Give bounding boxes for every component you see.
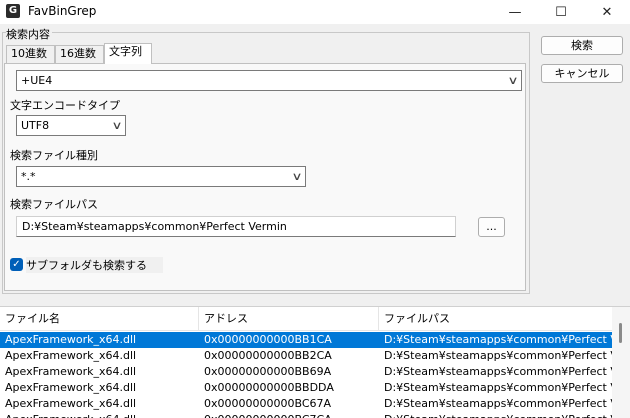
maximize-button[interactable]: ☐ bbox=[538, 0, 584, 24]
table-row[interactable]: ApexFramework_x64.dll0x00000000000BC7CAD… bbox=[0, 412, 612, 418]
search-button[interactable]: 検索 bbox=[541, 36, 623, 55]
chevron-down-icon: ∨ bbox=[111, 119, 123, 132]
search-string-value: +UE4 bbox=[21, 74, 53, 87]
chevron-down-icon: ∨ bbox=[507, 74, 519, 87]
tab-string[interactable]: 文字列 bbox=[104, 43, 152, 64]
results-list[interactable]: ファイル名 アドレス ファイルパス ApexFramework_x64.dll 0… bbox=[0, 306, 630, 418]
cell-file: ApexFramework_x64.dll bbox=[5, 397, 137, 410]
minimize-button[interactable]: — bbox=[492, 0, 538, 24]
encoding-select[interactable]: UTF8 ∨ bbox=[16, 115, 126, 136]
cell-file: ApexFramework_x64.dll bbox=[5, 365, 137, 378]
table-row[interactable]: ApexFramework_x64.dll 0x00000000000BC67A D… bbox=[0, 396, 612, 412]
cell-address: 0x00000000000BB1CA bbox=[204, 333, 332, 346]
maximize-icon: ☐ bbox=[555, 4, 567, 20]
vertical-scrollbar[interactable] bbox=[612, 307, 630, 418]
file-type-value: *.* bbox=[21, 170, 36, 183]
table-row[interactable]: ApexFramework_x64.dll 0x00000000000BB2CA D… bbox=[0, 348, 612, 364]
tab-decimal[interactable]: 10進数 bbox=[6, 45, 55, 63]
cell-address: 0x00000000000BC67A bbox=[204, 397, 332, 410]
cell-path: D:¥Steam¥steamapps¥common¥Perfect Verm bbox=[379, 412, 612, 418]
cell-address: 0x00000000000BB69A bbox=[204, 365, 332, 378]
table-row[interactable]: ApexFramework_x64.dll 0x00000000000BBDDA D… bbox=[0, 380, 612, 396]
column-header-filename[interactable]: ファイル名 bbox=[0, 307, 199, 331]
cell-path: D:¥Steam¥steamapps¥common¥Perfect Verm bbox=[384, 333, 612, 346]
cell-address: 0x00000000000BBDDA bbox=[204, 381, 334, 394]
table-row[interactable]: ApexFramework_x64.dll 0x00000000000BB1CA D… bbox=[0, 332, 612, 348]
chevron-down-icon: ∨ bbox=[291, 170, 303, 183]
encoding-label: 文字エンコードタイプ bbox=[10, 99, 120, 112]
close-icon: ✕ bbox=[601, 4, 613, 20]
file-type-label: 検索ファイル種別 bbox=[10, 149, 98, 162]
cell-path: D:¥Steam¥steamapps¥common¥Perfect Verm bbox=[384, 349, 612, 362]
path-input[interactable]: D:¥Steam¥steamapps¥common¥Perfect Vermin bbox=[16, 216, 456, 237]
app-icon: G bbox=[6, 4, 20, 18]
cell-file: ApexFramework_x64.dll bbox=[5, 381, 137, 394]
encoding-value: UTF8 bbox=[21, 119, 50, 132]
cell-file: ApexFramework_x64.dll bbox=[5, 333, 137, 346]
search-string-combo[interactable]: +UE4 ∨ bbox=[16, 70, 522, 91]
column-header-address[interactable]: アドレス bbox=[199, 307, 379, 331]
cell-path: D:¥Steam¥steamapps¥common¥Perfect Verm bbox=[384, 381, 612, 394]
search-group-label: 検索内容 bbox=[6, 26, 52, 42]
cell-address: 0x00000000000BC7CA bbox=[199, 412, 379, 418]
cell-file: ApexFramework_x64.dll bbox=[5, 349, 137, 362]
scrollbar-thumb[interactable] bbox=[619, 323, 622, 343]
file-type-combo[interactable]: *.* ∨ bbox=[16, 166, 306, 187]
table-row[interactable]: ApexFramework_x64.dll 0x00000000000BB69A D… bbox=[0, 364, 612, 380]
minimize-icon: — bbox=[508, 4, 522, 20]
window-title: FavBinGrep bbox=[28, 4, 97, 18]
cell-address: 0x00000000000BB2CA bbox=[204, 349, 332, 362]
path-label: 検索ファイルパス bbox=[10, 198, 98, 211]
subfolder-checkbox[interactable]: ✓ bbox=[10, 258, 23, 271]
list-header: ファイル名 アドレス ファイルパス bbox=[0, 307, 612, 331]
column-header-path[interactable]: ファイルパス bbox=[379, 307, 612, 331]
title-bar: G FavBinGrep — ☐ ✕ bbox=[0, 0, 630, 24]
cell-path: D:¥Steam¥steamapps¥common¥Perfect Verm bbox=[384, 365, 612, 378]
cancel-button[interactable]: キャンセル bbox=[541, 64, 623, 83]
tab-hex[interactable]: 16進数 bbox=[55, 45, 104, 63]
close-button[interactable]: ✕ bbox=[584, 0, 630, 24]
subfolder-label[interactable]: サブフォルダも検索する bbox=[26, 257, 163, 273]
browse-button[interactable]: ... bbox=[478, 217, 505, 237]
cell-file: ApexFramework_x64.dll bbox=[0, 412, 199, 418]
cell-path: D:¥Steam¥steamapps¥common¥Perfect Verm bbox=[384, 397, 612, 410]
